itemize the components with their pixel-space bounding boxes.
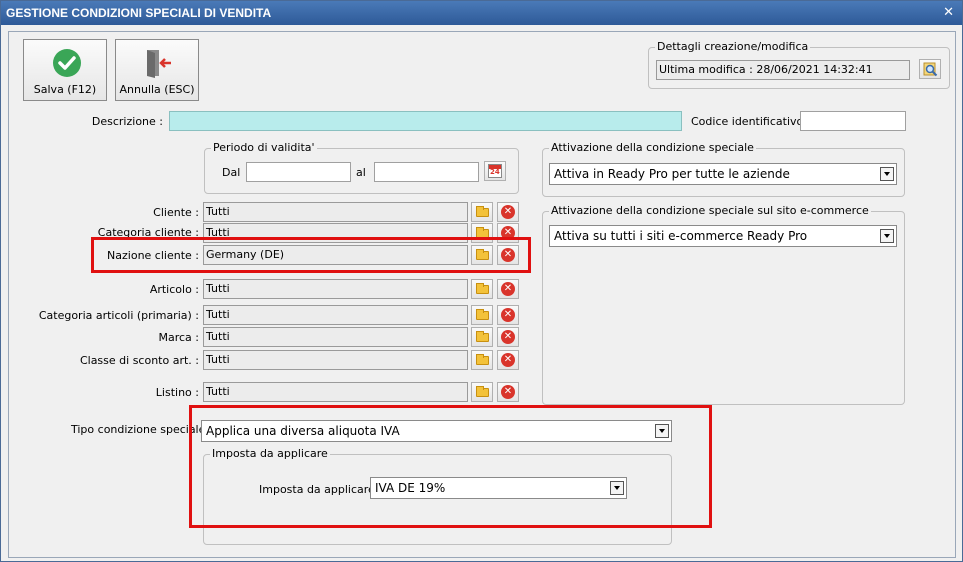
filter-value: Tutti xyxy=(203,382,468,402)
filter-browse-button[interactable] xyxy=(471,305,493,325)
filter-clear-button[interactable]: ✕ xyxy=(497,382,519,402)
save-button[interactable]: Salva (F12) xyxy=(23,39,107,101)
folder-icon xyxy=(476,206,489,217)
filter-label: Cliente : xyxy=(153,206,199,219)
filter-clear-button[interactable]: ✕ xyxy=(497,327,519,347)
activation-ecom-select[interactable]: Attiva su tutti i siti e-commerce Ready … xyxy=(549,225,897,247)
exit-door-icon xyxy=(147,50,171,78)
filter-clear-button[interactable]: ✕ xyxy=(497,305,519,325)
filter-label: Listino : xyxy=(155,386,199,399)
activation-ecom-group-title: Attivazione della condizione speciale su… xyxy=(549,204,871,217)
filter-browse-button[interactable] xyxy=(471,202,493,222)
activation-group-title: Attivazione della condizione speciale xyxy=(549,141,756,154)
calendar-icon: 24 xyxy=(488,164,502,178)
details-group-title: Dettagli creazione/modifica xyxy=(655,40,811,53)
filter-label: Marca : xyxy=(158,331,199,344)
validity-group-title: Periodo di validita' xyxy=(211,141,317,154)
calendar-button[interactable]: 24 xyxy=(484,161,506,181)
filter-value: Tutti xyxy=(203,279,468,299)
code-label: Codice identificativo : xyxy=(691,115,811,128)
folder-icon xyxy=(476,386,489,397)
filter-label: Articolo : xyxy=(149,283,199,296)
window-title: GESTIONE CONDIZIONI SPECIALI DI VENDITA xyxy=(6,6,272,20)
filter-browse-button[interactable] xyxy=(471,350,493,370)
special-type-label: Tipo condizione speciale xyxy=(71,423,206,436)
cancel-button[interactable]: Annulla (ESC) xyxy=(115,39,199,101)
check-icon xyxy=(53,49,81,77)
details-group: Dettagli creazione/modifica Ultima modif… xyxy=(648,40,950,89)
folder-icon xyxy=(476,354,489,365)
highlight-nazione xyxy=(91,237,531,273)
validity-group: Periodo di validita' Dal al 24 xyxy=(204,141,519,194)
cancel-label: Annulla (ESC) xyxy=(119,83,195,96)
clear-icon: ✕ xyxy=(501,330,515,344)
last-modified-field: Ultima modifica : 28/06/2021 14:32:41 xyxy=(656,60,910,80)
filter-clear-button[interactable]: ✕ xyxy=(497,350,519,370)
filter-browse-button[interactable] xyxy=(471,327,493,347)
activation-select[interactable]: Attiva in Ready Pro per tutte le aziende xyxy=(549,163,897,185)
close-icon[interactable]: ✕ xyxy=(943,1,954,25)
save-label: Salva (F12) xyxy=(33,83,97,96)
activation-ecom-select-value: Attiva su tutti i siti e-commerce Ready … xyxy=(554,229,808,243)
clear-icon: ✕ xyxy=(501,308,515,322)
clear-icon: ✕ xyxy=(501,385,515,399)
from-label: Dal xyxy=(222,166,241,179)
code-input[interactable] xyxy=(800,111,906,131)
clear-icon: ✕ xyxy=(501,205,515,219)
activation-group: Attivazione della condizione speciale At… xyxy=(542,141,905,197)
dialog-window: GESTIONE CONDIZIONI SPECIALI DI VENDITA … xyxy=(0,0,963,562)
activation-ecom-group: Attivazione della condizione speciale su… xyxy=(542,204,905,405)
activation-select-value: Attiva in Ready Pro per tutte le aziende xyxy=(554,167,790,181)
clear-icon: ✕ xyxy=(501,353,515,367)
calendar-day: 24 xyxy=(490,168,500,176)
filter-label: Categoria articoli (primaria) : xyxy=(38,309,199,322)
magnifier-icon xyxy=(923,62,938,77)
filter-browse-button[interactable] xyxy=(471,279,493,299)
client-area: Salva (F12) Annulla (ESC) Dettagli creaz… xyxy=(8,31,956,558)
filter-clear-button[interactable]: ✕ xyxy=(497,202,519,222)
description-label: Descrizione : xyxy=(91,115,163,128)
filter-clear-button[interactable]: ✕ xyxy=(497,279,519,299)
to-label: al xyxy=(356,166,366,179)
details-lookup-button[interactable] xyxy=(919,59,941,79)
chevron-down-icon xyxy=(880,167,894,181)
filter-value: Tutti xyxy=(203,350,468,370)
folder-icon xyxy=(476,283,489,294)
filter-value: Tutti xyxy=(203,305,468,325)
filter-value: Tutti xyxy=(203,327,468,347)
filter-label: Classe di sconto art. : xyxy=(79,354,199,367)
filter-value: Tutti xyxy=(203,202,468,222)
highlight-special xyxy=(189,405,712,528)
folder-icon xyxy=(476,331,489,342)
title-bar: GESTIONE CONDIZIONI SPECIALI DI VENDITA … xyxy=(1,1,962,25)
folder-icon xyxy=(476,309,489,320)
filter-browse-button[interactable] xyxy=(471,382,493,402)
clear-icon: ✕ xyxy=(501,282,515,296)
description-input[interactable] xyxy=(169,111,682,131)
from-date-input[interactable] xyxy=(246,162,351,182)
chevron-down-icon xyxy=(880,229,894,243)
to-date-input[interactable] xyxy=(374,162,479,182)
